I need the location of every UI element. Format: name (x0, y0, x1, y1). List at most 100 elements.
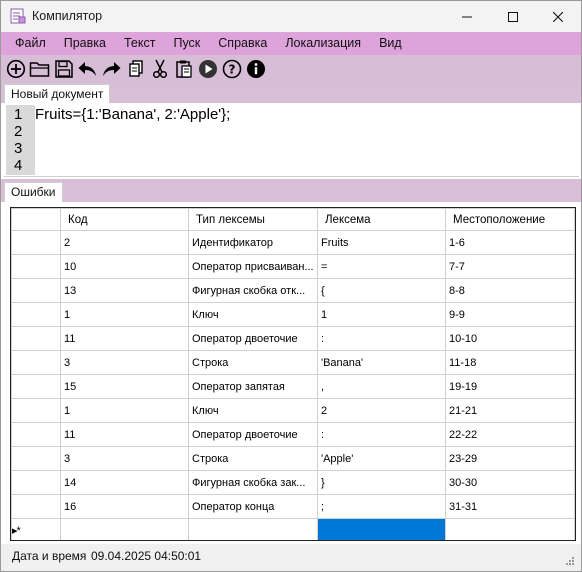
cell-location[interactable]: 10-10 (445, 326, 575, 351)
menu-localization[interactable]: Локализация (276, 32, 370, 55)
cell-lexeme[interactable]: 'Banana' (317, 350, 446, 375)
menu-text[interactable]: Текст (115, 32, 164, 55)
cell-code[interactable]: 14 (60, 470, 189, 495)
cell-lexeme[interactable]: : (317, 326, 446, 351)
cell-code[interactable]: 10 (60, 254, 189, 279)
cell-lexeme[interactable]: 'Apple' (317, 446, 446, 471)
cell-lexeme[interactable]: } (317, 470, 446, 495)
code-line[interactable]: Fruits={1:'Banana', 2:'Apple'}; (35, 106, 230, 123)
table-row[interactable]: 13 Фигурная скобка отк...{8-8 (11, 278, 575, 303)
table-row[interactable]: 2 Идентификатор Fruits 1-6 (11, 230, 575, 255)
cell-code[interactable]: 1 (60, 302, 189, 327)
cell-code[interactable]: 11 (60, 422, 189, 447)
cell-token-type[interactable]: Оператор присваиван... (188, 254, 318, 279)
new-row-marker[interactable]: ▸* (11, 518, 61, 540)
run-button[interactable] (196, 58, 219, 81)
cell-token-type[interactable]: Идентификатор (188, 230, 318, 255)
cell-lexeme[interactable]: 2 (317, 398, 446, 423)
cell-token-type[interactable]: Оператор запятая (188, 374, 318, 399)
table-row[interactable]: 11 Оператор двоеточие:22-22 (11, 422, 575, 447)
cell-location[interactable]: 30-30 (445, 470, 575, 495)
cell-lexeme[interactable]: ; (317, 494, 446, 519)
table-row[interactable]: 14 Фигурная скобка зак...} 30-30 (11, 470, 575, 495)
resize-grip-icon[interactable] (565, 556, 575, 566)
cell-token-type[interactable]: Оператор конца (188, 494, 318, 519)
column-header-lexeme[interactable]: Лексема (317, 208, 446, 231)
cell-location[interactable]: 22-22 (445, 422, 575, 447)
cell-code[interactable]: 3 (60, 446, 189, 471)
cell-code[interactable]: 11 (60, 326, 189, 351)
row-header[interactable] (11, 254, 61, 279)
cell-code[interactable]: 15 (60, 374, 189, 399)
row-header[interactable] (11, 422, 61, 447)
cell-location[interactable]: 11-18 (445, 350, 575, 375)
table-row[interactable]: 3 Строка 'Apple' 23-29 (11, 446, 575, 471)
row-header[interactable] (11, 470, 61, 495)
table-row[interactable]: 3 Строка 'Banana' 11-18 (11, 350, 575, 375)
cell-location[interactable]: 19-19 (445, 374, 575, 399)
menu-help[interactable]: Справка (209, 32, 276, 55)
new-file-button[interactable] (4, 58, 27, 81)
cell-code[interactable]: 1 (60, 398, 189, 423)
open-button[interactable] (28, 58, 51, 81)
row-header[interactable] (11, 302, 61, 327)
new-row[interactable]: ▸* (11, 518, 575, 540)
table-row[interactable]: 10 Оператор присваиван... = 7-7 (11, 254, 575, 279)
column-header-code[interactable]: Код (60, 208, 189, 231)
cell-location[interactable]: 9-9 (445, 302, 575, 327)
help-button[interactable]: ? (220, 58, 243, 81)
cell-token-type[interactable]: Ключ (188, 398, 318, 423)
cell-location[interactable]: 31-31 (445, 494, 575, 519)
cell-location[interactable]: 8-8 (445, 278, 575, 303)
cell-token-type[interactable]: Строка (188, 446, 318, 471)
empty-cell[interactable] (445, 518, 575, 540)
table-row[interactable]: 11 Оператор двоеточие:10-10 (11, 326, 575, 351)
menu-edit[interactable]: Правка (55, 32, 115, 55)
save-button[interactable] (52, 58, 75, 81)
column-header-location[interactable]: Местоположение (445, 208, 575, 231)
cell-lexeme[interactable]: = (317, 254, 446, 279)
empty-cell[interactable] (60, 518, 189, 540)
row-header[interactable] (11, 278, 61, 303)
cell-token-type[interactable]: Ключ (188, 302, 318, 327)
cell-code[interactable]: 2 (60, 230, 189, 255)
menu-run[interactable]: Пуск (164, 32, 209, 55)
cell-lexeme[interactable]: Fruits (317, 230, 446, 255)
cell-token-type[interactable]: Фигурная скобка отк... (188, 278, 318, 303)
cell-lexeme[interactable]: { (317, 278, 446, 303)
cell-code[interactable]: 13 (60, 278, 189, 303)
menu-file[interactable]: Файл (6, 32, 55, 55)
cell-code[interactable]: 16 (60, 494, 189, 519)
table-row[interactable]: 16 Оператор конца; 31-31 (11, 494, 575, 519)
table-row[interactable]: 1 Ключ 2 21-21 (11, 398, 575, 423)
cell-lexeme[interactable]: 1 (317, 302, 446, 327)
cell-location[interactable]: 23-29 (445, 446, 575, 471)
cell-token-type[interactable]: Фигурная скобка зак... (188, 470, 318, 495)
table-row[interactable]: 15 Оператор запятая, 19-19 (11, 374, 575, 399)
paste-button[interactable] (172, 58, 195, 81)
tab-errors[interactable]: Ошибки (4, 182, 63, 202)
menu-view[interactable]: Вид (370, 32, 411, 55)
column-header-token-type[interactable]: Тип лексемы (188, 208, 318, 231)
cell-lexeme[interactable]: , (317, 374, 446, 399)
code-editor[interactable]: 1 2 3 4 Fruits={1:'Banana', 2:'Apple'}; (4, 103, 579, 177)
redo-button[interactable] (100, 58, 123, 81)
row-header[interactable] (11, 446, 61, 471)
table-row[interactable]: 1 Ключ 1 9-9 (11, 302, 575, 327)
cut-button[interactable] (148, 58, 171, 81)
cell-location[interactable]: 7-7 (445, 254, 575, 279)
close-button[interactable] (535, 1, 581, 32)
cell-location[interactable]: 21-21 (445, 398, 575, 423)
cell-token-type[interactable]: Оператор двоеточие (188, 422, 318, 447)
empty-cell[interactable] (188, 518, 318, 540)
row-header[interactable] (11, 230, 61, 255)
cell-location[interactable]: 1-6 (445, 230, 575, 255)
info-button[interactable] (244, 58, 267, 81)
row-header[interactable] (11, 326, 61, 351)
minimize-button[interactable] (444, 1, 490, 32)
tokens-grid[interactable]: Код Тип лексемы Лексема Местоположение 2… (10, 207, 576, 541)
cell-token-type[interactable]: Оператор двоеточие (188, 326, 318, 351)
row-header[interactable] (11, 494, 61, 519)
tab-new-document[interactable]: Новый документ (4, 84, 111, 103)
cell-lexeme[interactable]: : (317, 422, 446, 447)
